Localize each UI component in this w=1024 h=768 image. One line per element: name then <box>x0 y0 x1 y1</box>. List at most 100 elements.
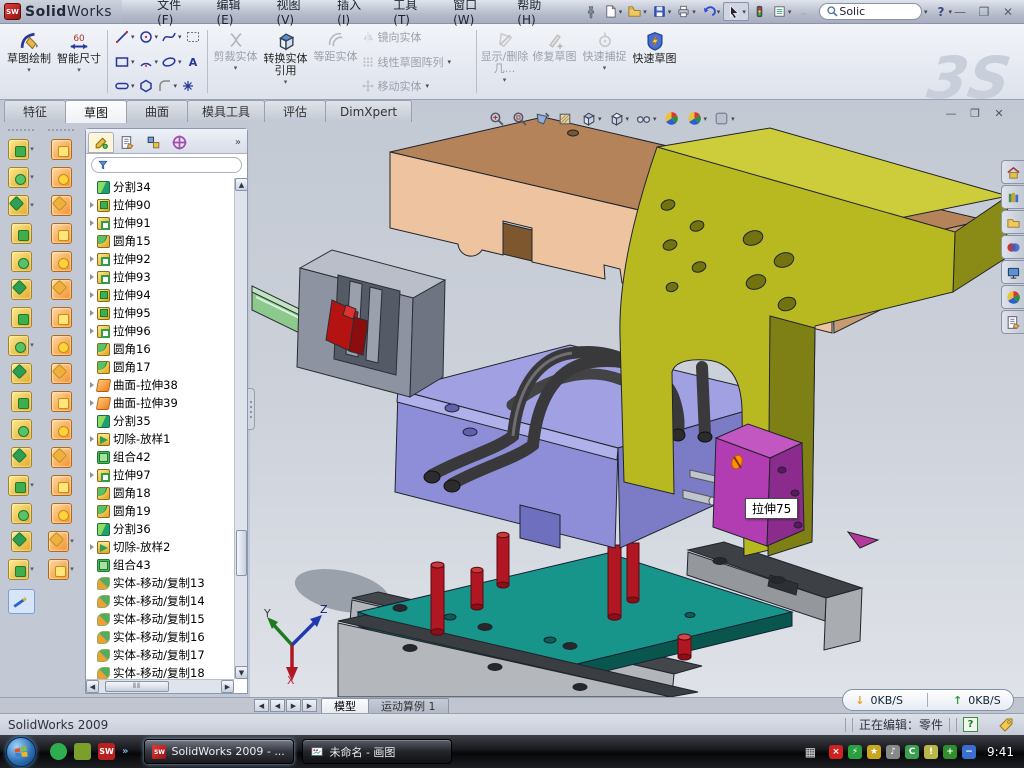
search-box[interactable] <box>819 3 922 20</box>
toolbar-drag-handle[interactable] <box>48 129 74 131</box>
tree-item[interactable]: 拉伸93 <box>89 268 234 286</box>
tree-item[interactable]: 实体-移动/复制17 <box>89 646 234 664</box>
ruled-surface-button[interactable] <box>51 359 72 387</box>
zoom-area-button[interactable] <box>510 109 529 128</box>
tree-vertical-scrollbar[interactable]: ▲ ▼ <box>234 178 247 679</box>
pin-button[interactable] <box>582 4 600 20</box>
doc-tab-运动算例 1[interactable]: 运动算例 1 <box>368 698 449 713</box>
sketch-tool-point[interactable] <box>179 78 197 94</box>
tree-item[interactable]: 曲面-拉伸38 <box>89 376 234 394</box>
plane-button[interactable] <box>11 499 32 527</box>
tree-item[interactable]: 实体-移动/复制15 <box>89 610 234 628</box>
section-view-button[interactable] <box>556 109 575 128</box>
freeform-button[interactable]: ▾ <box>48 555 74 583</box>
tray-shield-power-icon[interactable]: ⚡ <box>848 745 862 759</box>
dropdown-arrow[interactable]: ▾ <box>178 58 182 66</box>
tree-item[interactable]: 组合42 <box>89 448 234 466</box>
dropdown-arrow[interactable]: ▾ <box>27 66 31 74</box>
pan-button[interactable] <box>533 109 552 128</box>
taskpane-tab-file-explorer[interactable] <box>1001 210 1024 234</box>
dropdown-arrow[interactable]: ▾ <box>155 58 159 66</box>
replace-face-button[interactable] <box>51 415 72 443</box>
dropdown-arrow[interactable]: ▾ <box>174 82 178 90</box>
doc-close-button[interactable]: ✕ <box>992 107 1006 120</box>
expand-arrow-icon[interactable] <box>90 544 94 550</box>
model-3d-view[interactable]: Y Z X <box>250 105 1024 697</box>
taskpane-tab-custom-properties[interactable] <box>1001 310 1024 334</box>
expand-arrow-icon[interactable] <box>90 274 94 280</box>
taskpane-tab-solidworks-resources[interactable] <box>1001 160 1024 184</box>
panel-overflow-button[interactable]: » <box>235 137 245 148</box>
menu-F[interactable]: 文件(F) <box>148 0 205 30</box>
tree-item[interactable]: 圆角15 <box>89 232 234 250</box>
instant3d-button-pressed[interactable] <box>8 589 35 614</box>
doc-restore-button[interactable]: ❐ <box>968 107 982 120</box>
taskpane-tab-view-palette[interactable] <box>1001 235 1024 259</box>
tree-item[interactable]: 实体-移动/复制16 <box>89 628 234 646</box>
propertymanager-tab[interactable] <box>114 132 140 153</box>
trim-surface-button[interactable] <box>51 471 72 499</box>
swept-surface-button[interactable] <box>51 191 72 219</box>
tab-nav-next-button[interactable]: ▶ <box>286 699 301 712</box>
dropdown-arrow[interactable]: ▾ <box>70 537 74 545</box>
configurationmanager-tab[interactable] <box>140 132 166 153</box>
tab-草图[interactable]: 草图 <box>65 100 127 123</box>
vertical-scroll-thumb[interactable] <box>236 530 247 576</box>
model-slide-unit[interactable] <box>252 250 445 397</box>
sketch-tool-sfillet[interactable]: ▾ <box>156 78 179 94</box>
dropdown-arrow[interactable]: ▾ <box>619 8 623 16</box>
expand-arrow-icon[interactable] <box>90 220 94 226</box>
tray-health-shield-icon[interactable]: + <box>943 745 957 759</box>
sketch-tool-line[interactable]: ▾ <box>113 29 136 45</box>
options-button[interactable]: ▾ <box>770 3 794 20</box>
expand-arrow-icon[interactable] <box>90 328 94 334</box>
linear-pattern-button[interactable]: ▾ <box>8 331 34 359</box>
tree-item[interactable]: 分割36 <box>89 520 234 538</box>
tree-item[interactable]: 实体-移动/复制13 <box>89 574 234 592</box>
dropdown-arrow[interactable]: ▾ <box>70 565 74 573</box>
revolved-surface-button[interactable] <box>51 163 72 191</box>
hide-show-items-button[interactable]: ▾ <box>634 109 658 128</box>
network-speed-widget[interactable]: ↓0KB/S ↑0KB/S <box>842 689 1014 711</box>
wrap-button[interactable] <box>11 303 32 331</box>
taskbar-window-paint[interactable]: 未命名 - 画图 <box>302 739 452 764</box>
tree-item[interactable]: 分割34 <box>89 178 234 196</box>
dimxpertmanager-tab[interactable] <box>166 132 192 153</box>
knit-surface-button[interactable] <box>51 499 72 527</box>
panel-splitter-handle[interactable] <box>248 388 255 430</box>
dropdown-arrow[interactable]: ▾ <box>788 8 792 16</box>
tree-item[interactable]: 实体-移动/复制18 <box>89 664 234 679</box>
tray-certificate-icon[interactable]: ★ <box>867 745 881 759</box>
tree-item[interactable]: 拉伸96 <box>89 322 234 340</box>
sketch-tool-ellipse[interactable]: ▾ <box>160 54 183 70</box>
split-button[interactable] <box>11 387 32 415</box>
dropdown-arrow[interactable]: ▾ <box>742 8 746 16</box>
dropdown-arrow[interactable]: ▾ <box>30 481 34 489</box>
save-button[interactable]: ▾ <box>650 3 674 20</box>
tree-item[interactable]: 圆角19 <box>89 502 234 520</box>
menu-W[interactable]: 窗口(W) <box>444 0 506 30</box>
scroll-right-arrow[interactable]: ▶ <box>221 680 234 693</box>
view-settings-button[interactable]: ▾ <box>712 109 736 128</box>
delete-face-button[interactable] <box>51 387 72 415</box>
cmd-草图绘制[interactable]: 草图绘制▾ <box>4 26 54 97</box>
reference-geometry-button[interactable]: ▾ <box>8 471 34 499</box>
rebuild-button[interactable] <box>750 3 769 20</box>
doc-tab-模型[interactable]: 模型 <box>321 698 369 713</box>
tree-item[interactable]: 拉伸94 <box>89 286 234 304</box>
horizontal-scroll-thumb[interactable]: ⦀⦀ <box>105 681 169 692</box>
tray-volume-icon[interactable]: ♪ <box>886 745 900 759</box>
tree-item[interactable]: 拉伸97 <box>89 466 234 484</box>
scroll-down-arrow[interactable]: ▼ <box>235 666 247 679</box>
cmd-智能尺寸[interactable]: 60智能尺寸▾ <box>54 26 104 97</box>
menu-I[interactable]: 插入(I) <box>328 0 382 30</box>
zoom-fit-button[interactable] <box>487 109 506 128</box>
filled-surface-button[interactable] <box>51 275 72 303</box>
loft-button[interactable] <box>11 219 32 247</box>
tray-phone-icon[interactable]: C <box>905 745 919 759</box>
start-button[interactable] <box>6 737 36 767</box>
dropdown-arrow[interactable]: ▾ <box>30 145 34 153</box>
graphics-viewport[interactable]: Y Z X ▾▾▾▾▾ 拉伸75 <box>250 105 1024 697</box>
move-copy-body-button[interactable] <box>11 443 32 471</box>
tree-item[interactable]: 切除-放样2 <box>89 538 234 556</box>
